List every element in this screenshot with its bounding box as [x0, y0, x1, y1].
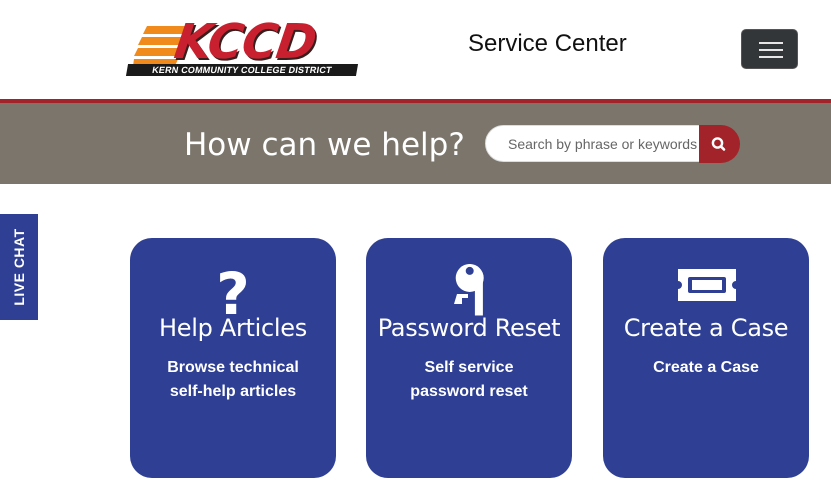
- card-description-line: Self service: [424, 359, 514, 376]
- site-header: KCCD KERN COMMUNITY COLLEGE DISTRICT Ser…: [0, 0, 831, 100]
- live-chat-label: LIVE CHAT: [11, 228, 27, 306]
- card-description-line: Browse technical: [167, 359, 299, 376]
- help-heading: How can we help?: [184, 127, 465, 163]
- search-icon: [711, 137, 726, 151]
- card-title: Help Articles: [159, 314, 307, 342]
- card-description-line: Create a Case: [653, 359, 759, 376]
- card-help-articles[interactable]: ? Help Articles Browse technical self-he…: [130, 238, 336, 478]
- card-description-line: self-help articles: [169, 383, 297, 400]
- search-input[interactable]: [485, 125, 701, 162]
- card-description-line: password reset: [410, 383, 528, 400]
- card-title: Password Reset: [377, 314, 561, 342]
- page-title: Service Center: [468, 30, 627, 57]
- search-banner: How can we help?: [0, 103, 831, 184]
- logo-subtext: KERN COMMUNITY COLLEGE DISTRICT: [125, 64, 359, 76]
- card-password-reset[interactable]: Password Reset Self service password res…: [366, 238, 572, 478]
- hamburger-icon: [759, 56, 783, 58]
- kccd-logo[interactable]: KCCD KERN COMMUNITY COLLEGE DISTRICT: [125, 14, 359, 76]
- live-chat-tab[interactable]: LIVE CHAT: [0, 214, 38, 320]
- ticket-icon: [678, 269, 736, 301]
- card-description: Create a Case: [623, 356, 789, 380]
- key-icon: [454, 264, 484, 316]
- hamburger-icon: [759, 49, 783, 51]
- card-create-case[interactable]: Create a Case Create a Case: [603, 238, 809, 478]
- logo-wordmark: KCCD: [171, 14, 320, 70]
- menu-toggle-button[interactable]: [741, 29, 798, 69]
- search-button[interactable]: [699, 125, 740, 163]
- svg-text:?: ?: [216, 264, 250, 316]
- card-title: Create a Case: [623, 314, 789, 342]
- card-description: Self service password reset: [386, 356, 552, 404]
- card-description: Browse technical self-help articles: [150, 356, 316, 404]
- hamburger-icon: [759, 42, 783, 44]
- question-icon: ?: [216, 264, 250, 316]
